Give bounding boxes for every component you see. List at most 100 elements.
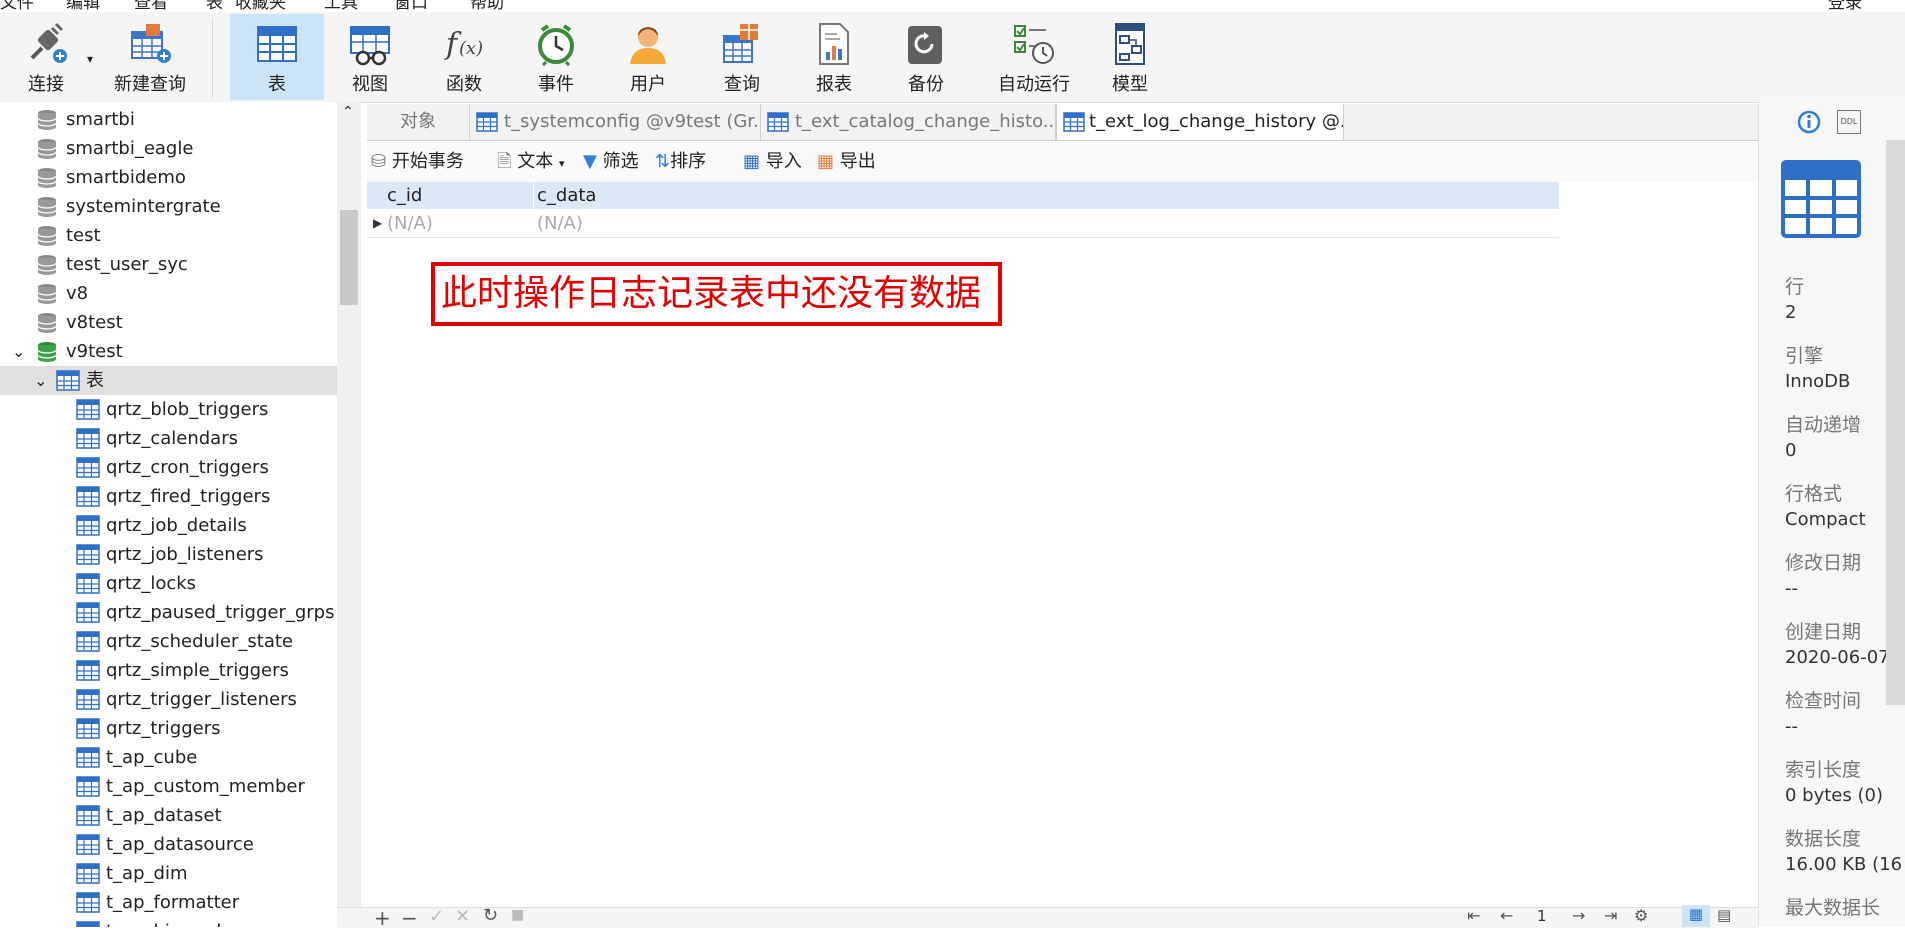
export-button[interactable]: ▦ 导出: [817, 149, 876, 175]
tree-table-label: qrtz_paused_trigger_grps: [106, 602, 335, 623]
tree-table-item[interactable]: qrtz_locks: [0, 569, 337, 598]
tree-table-item[interactable]: qrtz_paused_trigger_grps: [0, 598, 337, 627]
table-icon: [1063, 112, 1085, 132]
new-query-button[interactable]: 新建查询: [100, 14, 200, 100]
tree-tables-node[interactable]: ⌄ 表: [0, 366, 337, 395]
tree-db-item[interactable]: v8: [0, 279, 337, 308]
connect-dropdown[interactable]: ▾: [84, 52, 96, 72]
tree-db-item[interactable]: v8test: [0, 308, 337, 337]
query-button[interactable]: 查询: [704, 14, 780, 100]
refresh-icon[interactable]: ↻: [483, 905, 498, 926]
tab-systemconfig[interactable]: t_systemconfig @v9test (Gr...: [470, 104, 761, 140]
tree-db-item[interactable]: test_user_syc: [0, 250, 337, 279]
function-button[interactable]: f (x) 函数: [424, 14, 504, 100]
column-header[interactable]: c_data: [537, 182, 596, 209]
tree-table-item[interactable]: qrtz_calendars: [0, 424, 337, 453]
apply-icon[interactable]: ✓: [429, 906, 444, 927]
tree-tables-label: 表: [86, 370, 104, 391]
tree-table-item[interactable]: t_ap_formatter: [0, 888, 337, 917]
tree-table-item[interactable]: qrtz_job_details: [0, 511, 337, 540]
tree-db-label: smartbi: [66, 109, 135, 130]
discard-icon[interactable]: ✕: [455, 906, 470, 927]
tree-table-item[interactable]: qrtz_blob_triggers: [0, 395, 337, 424]
next-page-icon[interactable]: →: [1572, 906, 1585, 925]
table-icon: [257, 26, 297, 62]
filter-label: 筛选: [602, 151, 639, 172]
import-button[interactable]: ▦ 导入: [743, 149, 802, 175]
tree-table-item[interactable]: t_ap_hierarchy: [0, 917, 337, 927]
chevron-down-icon[interactable]: ⌄: [34, 366, 47, 395]
model-button[interactable]: 模型: [1092, 14, 1168, 100]
event-button[interactable]: 事件: [518, 14, 594, 100]
scroll-up-icon[interactable]: ⌃: [342, 104, 354, 120]
tree-table-item[interactable]: qrtz_job_listeners: [0, 540, 337, 569]
filter-button[interactable]: ▼ 筛选: [583, 149, 639, 175]
info-scrollbar-thumb[interactable]: [1886, 140, 1905, 705]
view-button[interactable]: 视图: [332, 14, 408, 100]
grid-view-icon[interactable]: ▦: [1682, 905, 1710, 927]
tree-table-item[interactable]: qrtz_triggers: [0, 714, 337, 743]
tree-table-item[interactable]: qrtz_trigger_listeners: [0, 685, 337, 714]
database-icon: [37, 139, 57, 159]
tree-db-item[interactable]: smartbi: [0, 105, 337, 134]
gear-icon[interactable]: ⚙: [1634, 906, 1648, 925]
tree-table-label: qrtz_job_listeners: [106, 544, 264, 565]
ddl-icon[interactable]: DDL: [1837, 110, 1861, 134]
last-page-icon[interactable]: ⇥: [1604, 906, 1617, 925]
tab-catalog-change-history[interactable]: t_ext_catalog_change_histo...: [761, 104, 1056, 140]
table-icon: [76, 718, 100, 739]
text-button[interactable]: 🗎 文本 ▾: [497, 149, 564, 175]
tree-db-item[interactable]: test: [0, 221, 337, 250]
tree-table-item[interactable]: t_ap_dataset: [0, 801, 337, 830]
import-icon: ▦: [743, 151, 761, 172]
tree-table-item[interactable]: qrtz_cron_triggers: [0, 453, 337, 482]
tree-table-item[interactable]: t_ap_datasource: [0, 830, 337, 859]
table-cell[interactable]: (N/A): [387, 210, 433, 237]
first-page-icon[interactable]: ⇤: [1467, 906, 1480, 925]
form-view-icon[interactable]: ▤: [1717, 906, 1731, 924]
connect-button[interactable]: 连接: [10, 14, 82, 100]
add-record-icon[interactable]: +: [374, 906, 391, 930]
tree-table-item[interactable]: qrtz_fired_triggers: [0, 482, 337, 511]
tree-table-item[interactable]: qrtz_simple_triggers: [0, 656, 337, 685]
backup-icon: [908, 26, 942, 64]
table-icon: [76, 689, 100, 710]
tree-db-item[interactable]: systemintergrate: [0, 192, 337, 221]
view-icon: [350, 26, 390, 66]
stop-icon[interactable]: ■: [511, 907, 524, 923]
tab-log-change-history[interactable]: t_ext_log_change_history @...: [1056, 104, 1344, 140]
info-icon[interactable]: [1797, 110, 1821, 134]
tree-table-item[interactable]: t_ap_cube: [0, 743, 337, 772]
tree-db-item-v9test[interactable]: ⌄ v9test: [0, 337, 337, 366]
tree-table-item[interactable]: t_ap_custom_member: [0, 772, 337, 801]
previous-page-icon[interactable]: ←: [1500, 906, 1513, 925]
table-row[interactable]: ▶ (N/A) (N/A): [367, 210, 1559, 238]
backup-button[interactable]: 备份: [888, 14, 964, 100]
connect-icon: [30, 22, 67, 63]
user-button[interactable]: 用户: [610, 14, 686, 100]
chevron-down-icon[interactable]: ⌄: [12, 337, 25, 366]
tree-db-label: v8test: [66, 312, 123, 333]
tab-objects[interactable]: 对象: [367, 104, 470, 140]
table-button[interactable]: 表: [230, 14, 324, 100]
info-label: 行格式: [1785, 483, 1843, 505]
event-label: 事件: [538, 74, 574, 95]
automation-button[interactable]: 自动运行: [978, 14, 1090, 100]
page-number[interactable]: 1: [1537, 907, 1547, 925]
begin-transaction-button[interactable]: ⛁ 开始事务: [371, 149, 464, 175]
tree-scrollbar-thumb[interactable]: [340, 210, 358, 305]
tree-table-item[interactable]: qrtz_scheduler_state: [0, 627, 337, 656]
tree-db-item[interactable]: smartbi_eagle: [0, 134, 337, 163]
tree-scrollbar[interactable]: ⌃ ⌄: [337, 102, 361, 927]
delete-record-icon[interactable]: −: [401, 906, 418, 930]
tree-table-item[interactable]: t_ap_dim: [0, 859, 337, 888]
import-label: 导入: [765, 151, 802, 172]
table-cell[interactable]: (N/A): [537, 210, 583, 237]
function-label: 函数: [446, 74, 482, 95]
tree-db-item[interactable]: smartbidemo: [0, 163, 337, 192]
sort-label: 排序: [670, 151, 707, 172]
column-header[interactable]: c_id: [387, 182, 422, 209]
report-button[interactable]: 报表: [796, 14, 872, 100]
tab-label: t_systemconfig @v9test (Gr...: [504, 111, 761, 132]
sort-button[interactable]: ⇅排序: [655, 149, 706, 175]
